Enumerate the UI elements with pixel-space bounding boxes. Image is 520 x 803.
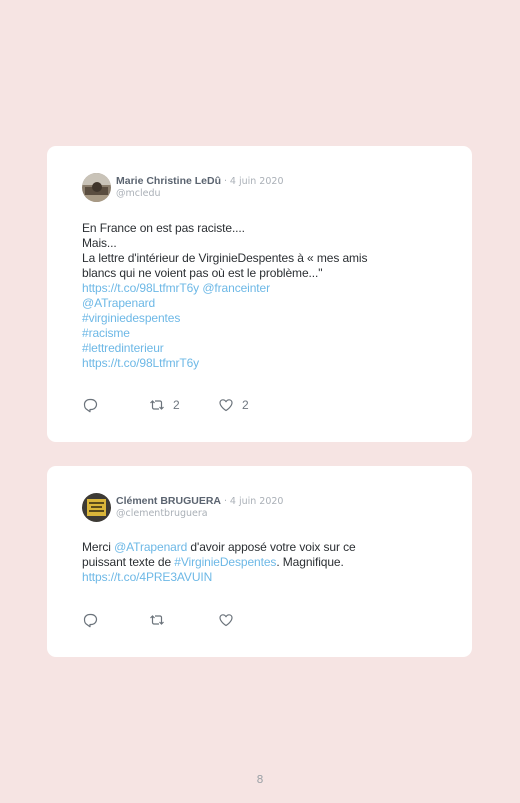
url-link[interactable]: https://t.co/98LtfmrT6y (82, 356, 199, 370)
author-handle[interactable]: @clementbruguera (116, 508, 208, 519)
reply-icon (83, 398, 98, 413)
tweet-text-line: puissant texte de #VirginieDespentes. Ma… (82, 555, 442, 570)
heart-icon (219, 399, 233, 412)
tweet-text-line: https://t.co/98LtfmrT6y @franceinter (82, 281, 442, 296)
tweet-header: Marie Christine LeDû · 4 juin 2020 @mcle… (82, 173, 452, 203)
tweet-text-line: Merci @ATrapenard d'avoir apposé votre v… (82, 540, 442, 555)
tweet-text-line: blancs qui ne voient pas où est le probl… (82, 266, 442, 281)
tweet-text-segment: Merci (82, 540, 115, 554)
tweet-card: Marie Christine LeDû · 4 juin 2020 @mcle… (47, 146, 472, 442)
tweet-text-segment: . Magnifique. (276, 555, 344, 569)
tweet-header: Clément BRUGUERA · 4 juin 2020 @clementb… (82, 493, 452, 523)
avatar[interactable] (82, 493, 111, 522)
tweet-text-line: https://t.co/4PRE3AVUIN (82, 570, 442, 585)
like-button[interactable]: 2 (218, 397, 249, 413)
mention-link[interactable]: @ATrapenard (82, 296, 155, 310)
url-link[interactable]: https://t.co/98LtfmrT6y (82, 281, 199, 295)
heart-icon (219, 614, 233, 627)
tweet-text-segment: puissant texte de (82, 555, 175, 569)
tweet-text-line: #virginiedespentes (82, 311, 442, 326)
author-line: Clément BRUGUERA · 4 juin 2020 (116, 495, 283, 507)
hashtag-link[interactable]: #lettredinterieur (82, 341, 164, 355)
like-button[interactable] (218, 612, 242, 628)
tweet-text-segment: Mais... (82, 236, 117, 250)
tweet-text-line: Mais... (82, 236, 442, 251)
tweet-actions: 2 2 (82, 397, 452, 413)
author-handle[interactable]: @mcledu (116, 188, 161, 199)
url-link[interactable]: https://t.co/4PRE3AVUIN (82, 570, 212, 584)
tweet-text-segment: d'avoir apposé votre voix sur ce (187, 540, 356, 554)
tweet-text-line: #lettredinterieur (82, 341, 442, 356)
tweet-card: Clément BRUGUERA · 4 juin 2020 @clementb… (47, 466, 472, 657)
retweet-button[interactable]: 2 (149, 397, 180, 413)
tweet-actions (82, 612, 452, 628)
reply-button[interactable] (82, 612, 98, 628)
tweet-text-line: @ATrapenard (82, 296, 442, 311)
hashtag-link[interactable]: #VirginieDespentes (174, 555, 276, 569)
separator-dot: · (223, 176, 227, 187)
like-count: 2 (242, 398, 249, 412)
tweet-text-line: En France on est pas raciste.... (82, 221, 442, 236)
author-name[interactable]: Clément BRUGUERA (116, 495, 221, 507)
tweet-text-segment: La lettre d'intérieur de VirginieDespent… (82, 251, 368, 265)
tweet-date[interactable]: 4 juin 2020 (230, 176, 284, 187)
author-line: Marie Christine LeDû · 4 juin 2020 (116, 175, 284, 187)
tweet-date[interactable]: 4 juin 2020 (230, 496, 284, 507)
mention-link[interactable]: @franceinter (202, 281, 270, 295)
tweet-text-segment: blancs qui ne voient pas où est le probl… (82, 266, 323, 280)
page-number: 8 (256, 773, 264, 786)
retweet-icon (150, 615, 164, 625)
tweet-text-segment: En France on est pas raciste.... (82, 221, 245, 235)
mention-link[interactable]: @ATrapenard (114, 540, 187, 554)
tweet-text-line: La lettre d'intérieur de VirginieDespent… (82, 251, 442, 266)
retweet-count: 2 (173, 398, 180, 412)
retweet-button[interactable] (149, 612, 173, 628)
author-name[interactable]: Marie Christine LeDû (116, 175, 221, 187)
reply-icon (83, 613, 98, 628)
tweet-text: Merci @ATrapenard d'avoir apposé votre v… (82, 540, 442, 585)
hashtag-link[interactable]: #virginiedespentes (82, 311, 180, 325)
hashtag-link[interactable]: #racisme (82, 326, 130, 340)
tweet-text-line: #racisme (82, 326, 442, 341)
reply-button[interactable] (82, 397, 98, 413)
retweet-icon (150, 400, 164, 410)
separator-dot: · (223, 496, 227, 507)
tweet-text-line: https://t.co/98LtfmrT6y (82, 356, 442, 371)
tweet-text: En France on est pas raciste.... Mais... L… (82, 221, 442, 371)
avatar[interactable] (82, 173, 111, 202)
